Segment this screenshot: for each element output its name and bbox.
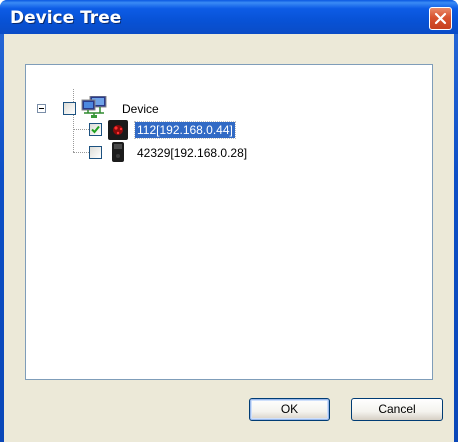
device-tree-view[interactable]: Device 112[192.168.0.44] 42329[192.168.0… — [25, 64, 433, 380]
cancel-button[interactable]: Cancel — [351, 398, 443, 421]
tree-node-device-112[interactable]: 112[192.168.0.44] — [134, 121, 236, 139]
device-terminal-icon — [111, 141, 125, 168]
tree-connector-line — [73, 89, 74, 152]
ok-button[interactable]: OK — [249, 398, 330, 421]
collapse-toggle[interactable] — [37, 104, 46, 113]
checkmark-icon — [91, 125, 100, 134]
device-tree-window: Device Tree Device 112[192.168.0.44] 423… — [0, 0, 458, 442]
close-button[interactable] — [429, 7, 452, 30]
window-title: Device Tree — [10, 8, 122, 28]
tree-connector-line — [73, 152, 89, 153]
close-icon — [434, 12, 447, 25]
tree-node-device-42329[interactable]: 42329[192.168.0.28] — [135, 145, 249, 161]
network-computers-icon — [80, 95, 108, 123]
dialog-body: Device 112[192.168.0.44] 42329[192.168.0… — [4, 34, 454, 442]
checkbox-device-42329[interactable] — [89, 146, 102, 159]
checkbox-device-112[interactable] — [89, 123, 102, 136]
title-bar[interactable]: Device Tree — [0, 0, 458, 34]
tree-node-device-root[interactable]: Device — [120, 101, 161, 117]
checkbox-device-root[interactable] — [63, 102, 76, 115]
tree-connector-line — [73, 129, 89, 130]
